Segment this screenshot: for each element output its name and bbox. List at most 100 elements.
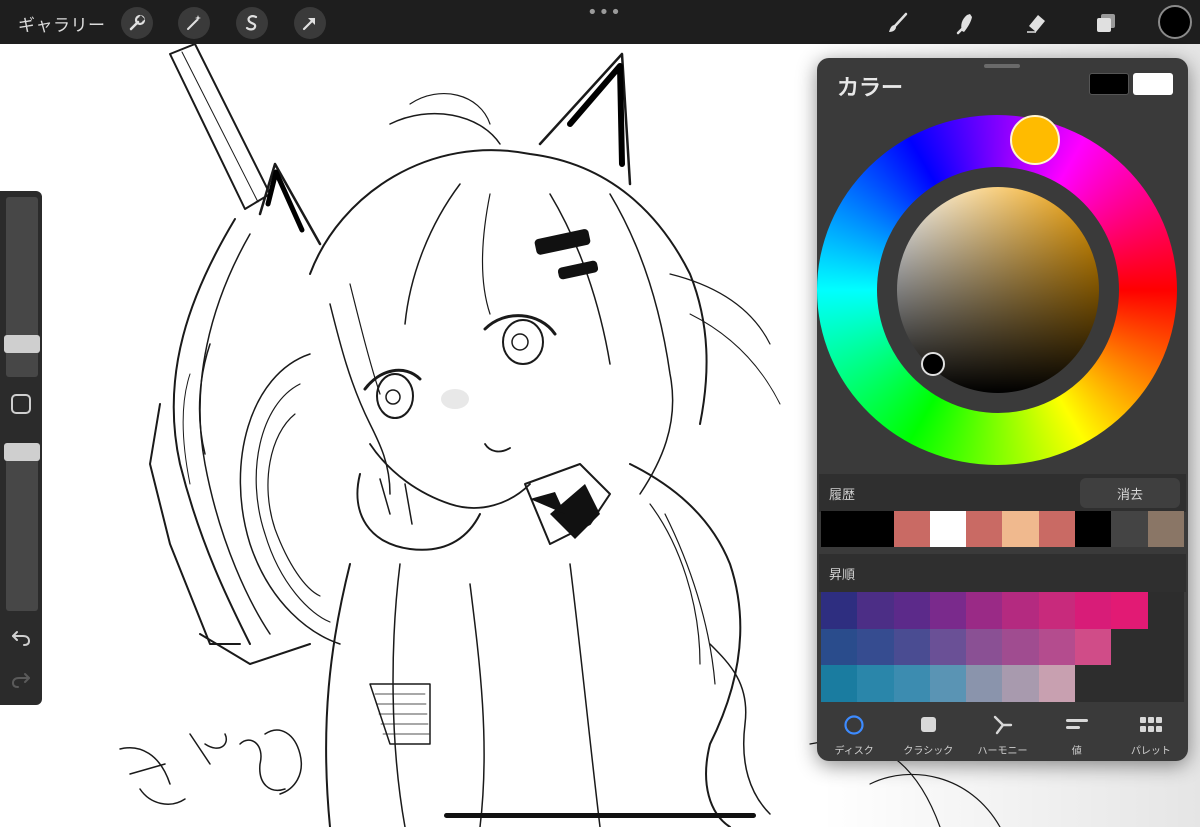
tab-label: パレット (1130, 746, 1171, 757)
eraser-tool-button[interactable] (1020, 7, 1052, 39)
magic-wand-icon (187, 15, 201, 30)
palette-swatch[interactable] (966, 628, 1003, 666)
palette-swatch[interactable] (1075, 592, 1112, 629)
secondary-color-swatch[interactable] (1133, 73, 1173, 95)
palette-swatch[interactable] (857, 592, 894, 629)
palette-swatch[interactable] (893, 628, 930, 666)
top-toolbar: ギャラリー ••• (0, 0, 1200, 44)
selection-button[interactable] (236, 7, 268, 39)
tab-label: ディスク (834, 746, 874, 757)
palette-swatch[interactable] (966, 665, 1003, 702)
layers-button[interactable] (1090, 7, 1122, 39)
home-indicator[interactable] (444, 813, 756, 818)
gallery-button[interactable]: ギャラリー (18, 11, 106, 36)
history-swatches (821, 511, 1184, 547)
history-swatch[interactable] (966, 511, 1003, 547)
tab-value[interactable]: 値 (1040, 706, 1114, 761)
history-swatch[interactable] (1002, 511, 1039, 547)
palette-swatch[interactable] (1147, 592, 1184, 629)
transform-button[interactable] (294, 7, 326, 39)
tab-classic[interactable]: クラシック (891, 706, 965, 761)
color-panel: カラー 履歴 消去 昇順 ディスク クラシック ハーモニー 値 パレット (817, 58, 1188, 761)
palette-swatch[interactable] (929, 665, 967, 702)
palette-swatch[interactable] (1111, 628, 1148, 666)
tab-label: クラシック (903, 746, 954, 757)
clear-history-button[interactable]: 消去 (1080, 478, 1180, 508)
smudge-tool-button[interactable] (950, 7, 982, 39)
primary-color-swatch[interactable] (1089, 73, 1129, 95)
value-sliders-icon (1065, 714, 1089, 736)
history-swatch[interactable] (929, 511, 967, 547)
palette-swatch[interactable] (1038, 665, 1076, 702)
history-header: 履歴 消去 (819, 474, 1186, 512)
adjustments-button[interactable] (178, 7, 210, 39)
palette-label: 昇順 (829, 568, 856, 583)
palette-swatch[interactable] (966, 592, 1003, 629)
panel-title: カラー (837, 76, 904, 101)
brush-size-thumb[interactable] (4, 335, 40, 353)
palette-swatch[interactable] (893, 665, 930, 702)
palette-swatch[interactable] (1002, 665, 1039, 702)
tab-disc[interactable]: ディスク (817, 706, 891, 761)
palette-row (821, 628, 1184, 666)
history-swatch[interactable] (857, 511, 894, 547)
history-swatch[interactable] (1038, 511, 1076, 547)
classic-square-icon (916, 714, 940, 736)
palette-grid (821, 592, 1184, 702)
undo-icon (12, 631, 31, 646)
palette-swatch[interactable] (1111, 665, 1148, 702)
redo-button[interactable] (10, 669, 32, 691)
palette-swatch[interactable] (1075, 628, 1112, 666)
tab-palette[interactable]: パレット (1114, 706, 1188, 761)
palette-grid-icon (1139, 714, 1163, 736)
redo-icon (11, 673, 30, 688)
layers-icon (1097, 14, 1115, 32)
color-picker-button[interactable] (1158, 5, 1192, 39)
opacity-thumb[interactable] (4, 443, 40, 461)
palette-swatch[interactable] (893, 592, 930, 629)
panel-grabber[interactable] (984, 64, 1020, 68)
tab-label: ハーモニー (977, 746, 1028, 757)
eraser-icon (1027, 15, 1045, 33)
opacity-slider[interactable] (6, 443, 38, 611)
modify-button[interactable] (11, 394, 31, 414)
palette-row (821, 592, 1184, 629)
history-swatch[interactable] (1147, 511, 1184, 547)
palette-swatch[interactable] (1111, 592, 1148, 629)
palette-swatch[interactable] (857, 665, 894, 702)
history-swatch[interactable] (1075, 511, 1112, 547)
hue-knob[interactable] (1010, 115, 1060, 165)
palette-swatch[interactable] (1075, 665, 1112, 702)
actions-button[interactable] (121, 7, 153, 39)
palette-swatch[interactable] (821, 592, 858, 629)
history-swatch[interactable] (1111, 511, 1148, 547)
palette-swatch[interactable] (821, 628, 858, 666)
palette-swatch[interactable] (1038, 592, 1076, 629)
paint-tool-button[interactable] (882, 7, 914, 39)
palette-swatch[interactable] (1147, 665, 1184, 702)
history-swatch[interactable] (893, 511, 930, 547)
tab-label: 値 (1071, 746, 1082, 757)
tab-harmony[interactable]: ハーモニー (965, 706, 1039, 761)
undo-button[interactable] (10, 627, 32, 649)
transform-arrow-icon (302, 17, 316, 31)
more-options-handle[interactable]: ••• (587, 2, 622, 23)
saturation-knob[interactable] (921, 352, 945, 376)
palette-swatch[interactable] (929, 592, 967, 629)
palette-swatch[interactable] (1002, 628, 1039, 666)
palette-swatch[interactable] (929, 628, 967, 666)
harmony-icon (991, 714, 1015, 736)
selection-s-icon (245, 15, 258, 31)
palette-row (821, 665, 1184, 702)
palette-swatch[interactable] (1002, 592, 1039, 629)
history-label: 履歴 (829, 488, 856, 503)
history-swatch[interactable] (821, 511, 858, 547)
color-disc[interactable] (817, 110, 1177, 470)
palette-swatch[interactable] (821, 665, 858, 702)
brush-icon (889, 12, 908, 32)
palette-swatch[interactable] (1038, 628, 1076, 666)
palette-swatch[interactable] (1147, 628, 1184, 666)
smudge-icon (956, 14, 972, 35)
disc-icon (842, 714, 866, 736)
palette-swatch[interactable] (857, 628, 894, 666)
